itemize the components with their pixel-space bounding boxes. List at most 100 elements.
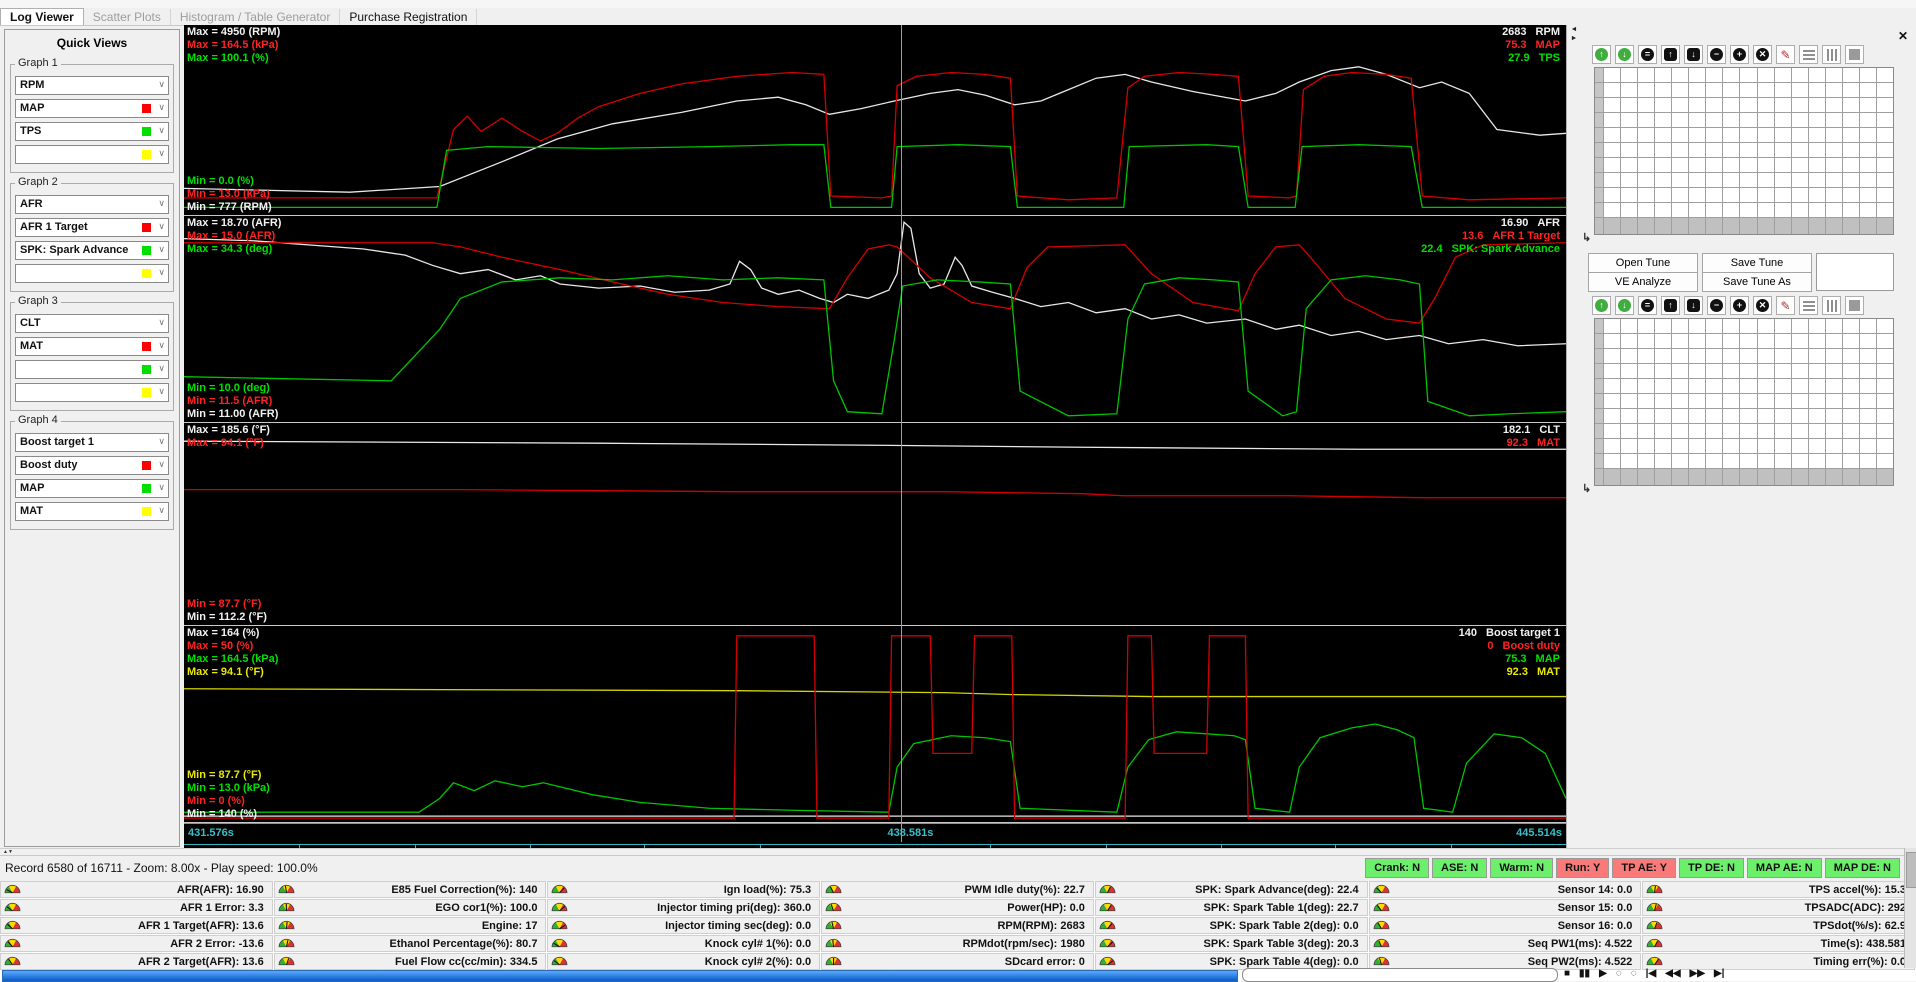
table-cell[interactable] xyxy=(1723,319,1739,333)
table-cell[interactable] xyxy=(1672,68,1688,82)
table-cell[interactable] xyxy=(1655,319,1671,333)
table-cell[interactable] xyxy=(1826,424,1842,438)
clear-cell-icon[interactable]: ✕ xyxy=(1753,45,1772,64)
table-cell[interactable] xyxy=(1877,409,1893,423)
table-cell[interactable] xyxy=(1809,319,1825,333)
skip-end-button[interactable]: ▶| xyxy=(1714,968,1725,979)
table-cell[interactable] xyxy=(1638,98,1654,112)
ve-analyze-button[interactable]: VE Analyze xyxy=(1588,272,1698,292)
table-cell[interactable] xyxy=(1672,188,1688,202)
table-cell[interactable] xyxy=(1655,68,1671,82)
table-cell[interactable] xyxy=(1860,98,1876,112)
table-header-cell[interactable] xyxy=(1860,469,1876,485)
table-cell[interactable] xyxy=(1723,394,1739,408)
table-cell[interactable] xyxy=(1621,68,1637,82)
graph2-series-3-select[interactable]: SPK: Spark Advance∨ xyxy=(15,241,169,260)
table-cell[interactable] xyxy=(1689,68,1705,82)
table-cell[interactable] xyxy=(1689,424,1705,438)
graph-panel-splitter[interactable]: ◄► xyxy=(1566,25,1581,848)
table-cell[interactable] xyxy=(1860,143,1876,157)
table-cell[interactable] xyxy=(1758,409,1774,423)
table-cell[interactable] xyxy=(1758,128,1774,142)
shift-up-icon[interactable]: ↑ xyxy=(1661,296,1680,315)
graph1-series-2-select[interactable]: MAP∨ xyxy=(15,99,169,118)
table-cell[interactable] xyxy=(1672,364,1688,378)
graph4-series-3-select[interactable]: MAP∨ xyxy=(15,479,169,498)
table-cell[interactable] xyxy=(1706,113,1722,127)
table-header-cell[interactable] xyxy=(1792,469,1808,485)
table-header-cell[interactable] xyxy=(1595,143,1603,157)
table-cell[interactable] xyxy=(1792,158,1808,172)
table-cell[interactable] xyxy=(1877,364,1893,378)
table-cell[interactable] xyxy=(1775,409,1791,423)
table-cell[interactable] xyxy=(1655,113,1671,127)
table-cell[interactable] xyxy=(1860,334,1876,348)
table-cell[interactable] xyxy=(1775,128,1791,142)
table-cell[interactable] xyxy=(1655,188,1671,202)
table-cell[interactable] xyxy=(1775,364,1791,378)
table-cell[interactable] xyxy=(1826,128,1842,142)
table-cell[interactable] xyxy=(1672,203,1688,217)
column-select-icon[interactable] xyxy=(1822,296,1841,315)
log-graph-area[interactable]: Max = 4950 (RPM)Max = 164.5 (kPa)Max = 1… xyxy=(184,25,1566,848)
table-cell[interactable] xyxy=(1826,203,1842,217)
table-cell[interactable] xyxy=(1723,349,1739,363)
table-header-cell[interactable] xyxy=(1860,218,1876,234)
table-cell[interactable] xyxy=(1621,173,1637,187)
table-cell[interactable] xyxy=(1843,203,1859,217)
fill-table-icon[interactable] xyxy=(1845,296,1864,315)
table-cell[interactable] xyxy=(1860,424,1876,438)
table-cell[interactable] xyxy=(1638,424,1654,438)
table-cell[interactable] xyxy=(1604,409,1620,423)
table-cell[interactable] xyxy=(1860,173,1876,187)
table-cell[interactable] xyxy=(1877,334,1893,348)
graph-panel-2[interactable]: Max = 18.70 (AFR)Max = 15.0 (AFR)Max = 3… xyxy=(184,216,1566,423)
table-cell[interactable] xyxy=(1843,68,1859,82)
fill-table-icon[interactable] xyxy=(1845,45,1864,64)
table-cell[interactable] xyxy=(1775,334,1791,348)
table-cell[interactable] xyxy=(1672,409,1688,423)
table-cell[interactable] xyxy=(1740,439,1756,453)
table-cell[interactable] xyxy=(1877,113,1893,127)
table-cell[interactable] xyxy=(1604,113,1620,127)
tab-log-viewer[interactable]: Log Viewer xyxy=(0,8,84,25)
table-cell[interactable] xyxy=(1826,379,1842,393)
table-cell[interactable] xyxy=(1740,128,1756,142)
table-cell[interactable] xyxy=(1877,454,1893,468)
table-cell[interactable] xyxy=(1809,409,1825,423)
table-cell[interactable] xyxy=(1843,454,1859,468)
table-cell[interactable] xyxy=(1672,143,1688,157)
table-cell[interactable] xyxy=(1758,143,1774,157)
table-cell[interactable] xyxy=(1689,98,1705,112)
table-cell[interactable] xyxy=(1826,334,1842,348)
table-header-cell[interactable] xyxy=(1723,218,1739,234)
table-cell[interactable] xyxy=(1689,143,1705,157)
table-cell[interactable] xyxy=(1638,364,1654,378)
table-header-cell[interactable] xyxy=(1638,469,1654,485)
table-header-cell[interactable] xyxy=(1723,469,1739,485)
table-cell[interactable] xyxy=(1638,173,1654,187)
graph4-series-4-select[interactable]: MAT∨ xyxy=(15,502,169,521)
table-cell[interactable] xyxy=(1621,188,1637,202)
set-equal-icon[interactable]: = xyxy=(1638,296,1657,315)
table-cell[interactable] xyxy=(1672,394,1688,408)
table-cell[interactable] xyxy=(1740,424,1756,438)
table-cell[interactable] xyxy=(1706,394,1722,408)
table-cell[interactable] xyxy=(1843,83,1859,97)
table-cell[interactable] xyxy=(1621,439,1637,453)
table-cell[interactable] xyxy=(1843,424,1859,438)
table-cell[interactable] xyxy=(1672,319,1688,333)
table-cell[interactable] xyxy=(1758,188,1774,202)
table-cell[interactable] xyxy=(1877,439,1893,453)
table-cell[interactable] xyxy=(1877,349,1893,363)
table-cell[interactable] xyxy=(1689,394,1705,408)
table-cell[interactable] xyxy=(1706,454,1722,468)
table-cell[interactable] xyxy=(1638,334,1654,348)
graph-panel-4[interactable]: Max = 164 (%)Max = 50 (%)Max = 164.5 (kP… xyxy=(184,626,1566,823)
table-cell[interactable] xyxy=(1758,319,1774,333)
shift-up-icon[interactable]: ↑ xyxy=(1661,45,1680,64)
table-cell[interactable] xyxy=(1672,173,1688,187)
table-cell[interactable] xyxy=(1877,379,1893,393)
table-cell[interactable] xyxy=(1758,98,1774,112)
table-cell[interactable] xyxy=(1860,128,1876,142)
